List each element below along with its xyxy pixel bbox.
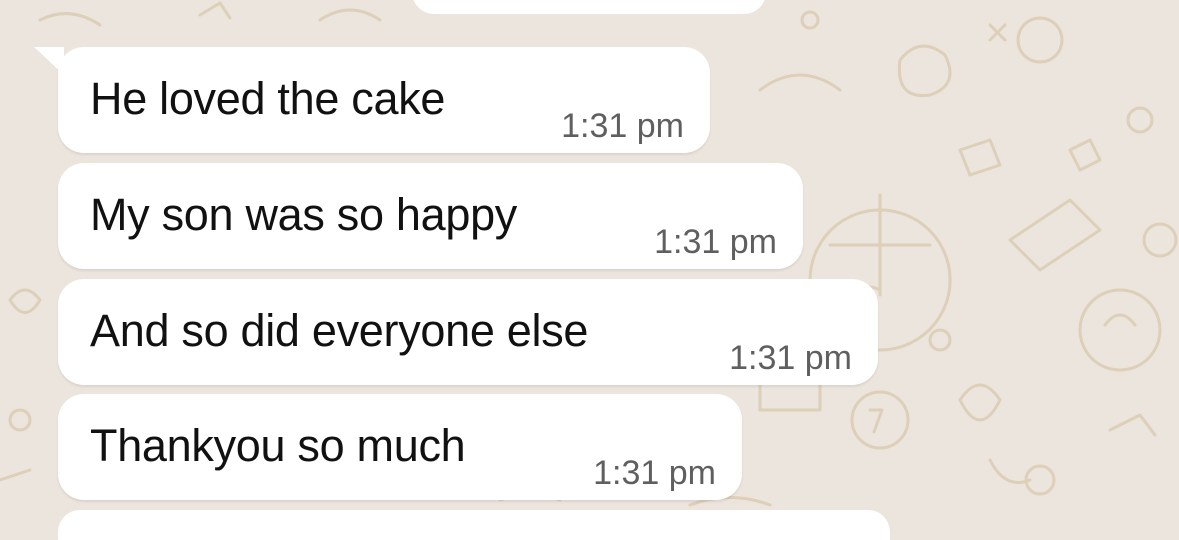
message-bubble[interactable]: And so did everyone else 1:31 pm [58, 279, 878, 385]
message-text: He loved the cake [90, 73, 446, 124]
message-text: Thankyou so much [90, 420, 466, 471]
message-bubble[interactable]: My son was so happy 1:31 pm [58, 163, 803, 269]
message-time: 1:31 pm [654, 223, 777, 261]
message-time: 1:31 pm [729, 339, 852, 377]
previous-message-bubble-stub [412, 0, 766, 14]
message-bubble[interactable]: He loved the cake 1:31 pm [58, 47, 710, 153]
message-text: My son was so happy [90, 189, 518, 240]
message-text: And so did everyone else [90, 305, 589, 356]
message-time: 1:31 pm [593, 454, 716, 492]
message-time: 1:31 pm [561, 107, 684, 145]
message-bubble[interactable]: Thankyou so much 1:31 pm [58, 394, 742, 500]
next-message-bubble-stub [58, 510, 890, 540]
